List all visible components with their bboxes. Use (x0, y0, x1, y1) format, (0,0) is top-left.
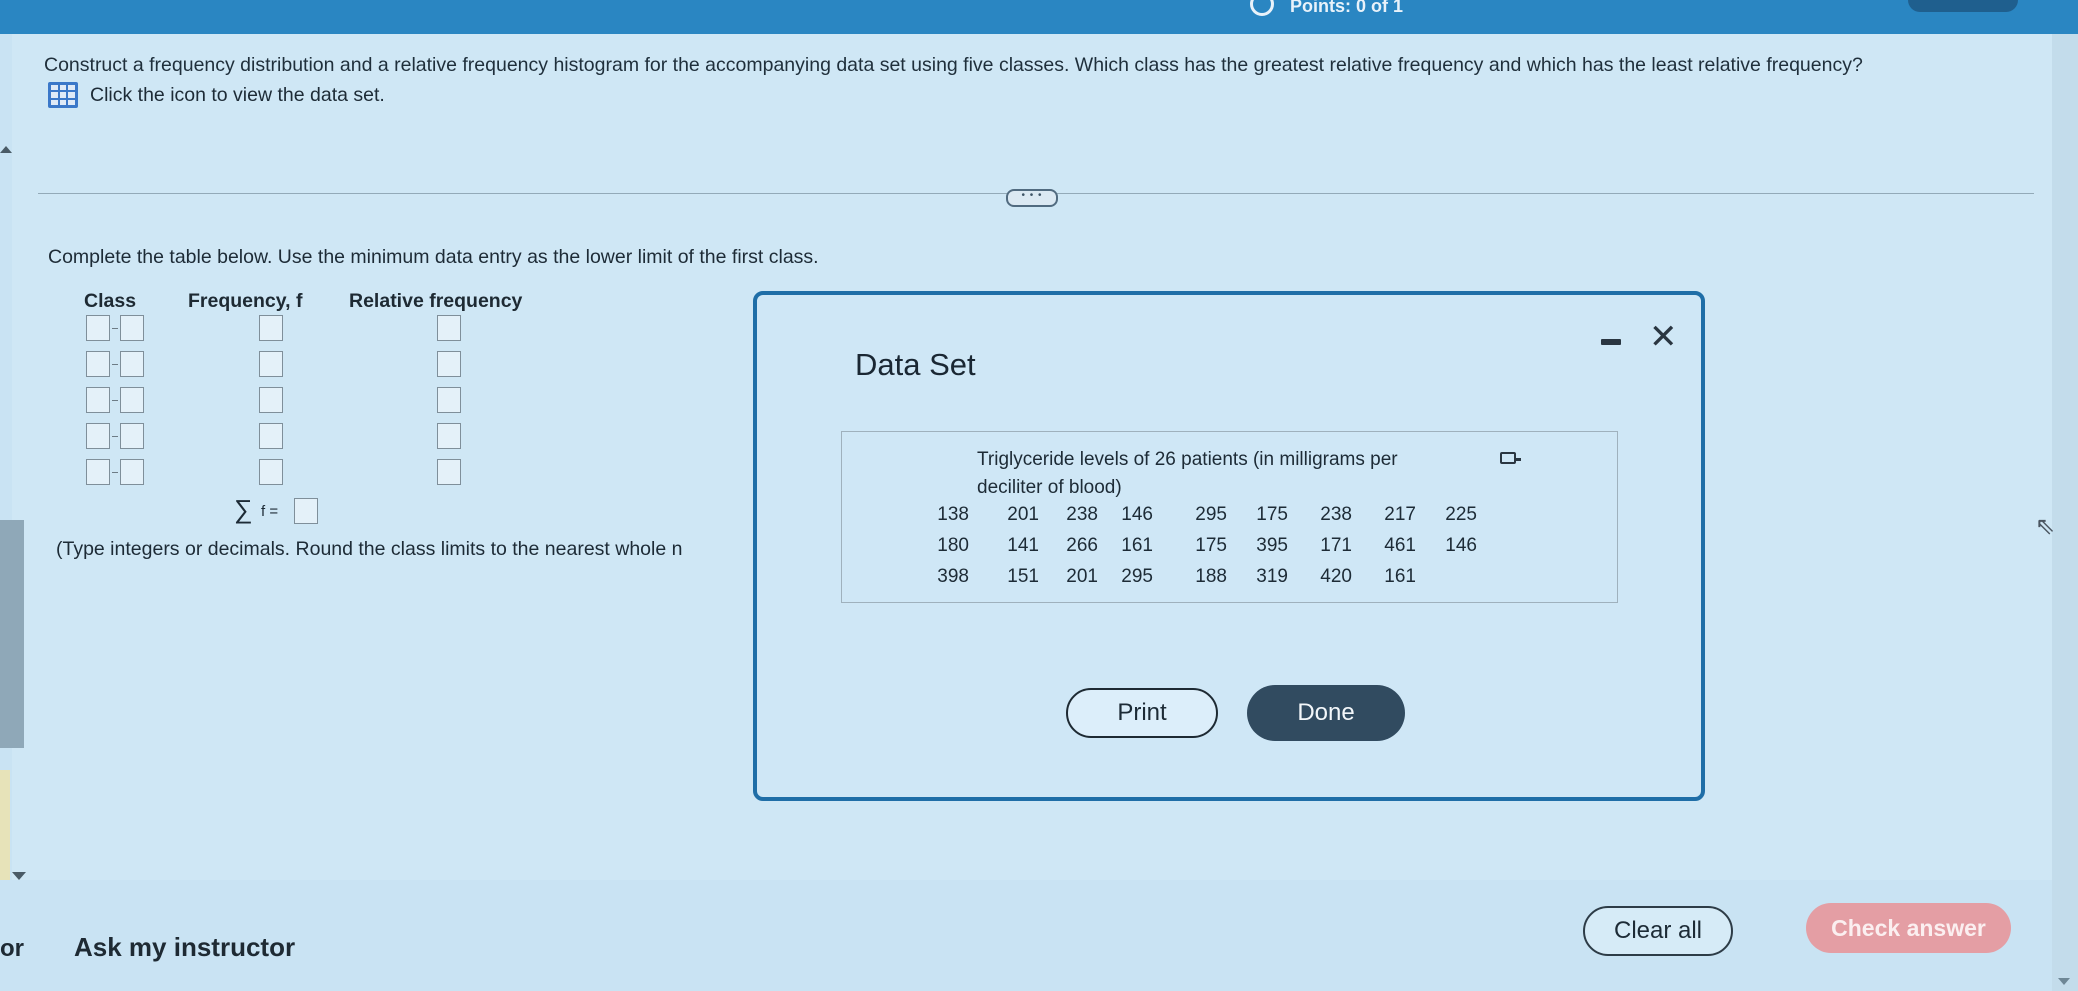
relative-frequency-input-1[interactable] (437, 315, 461, 341)
data-cell: 225 (1445, 504, 1477, 525)
data-cell: 175 (1256, 504, 1288, 525)
clear-all-button[interactable]: Clear all (1583, 906, 1733, 956)
rounding-note: (Type integers or decimals. Round the cl… (56, 538, 683, 560)
data-table-icon[interactable] (48, 82, 78, 108)
frequency-input-2[interactable] (259, 351, 283, 377)
data-cell: 188 (1195, 566, 1227, 587)
scroll-down-arrow-icon[interactable] (2058, 978, 2070, 985)
frequency-input-4[interactable] (259, 423, 283, 449)
data-cell: 398 (937, 566, 969, 587)
scroll-down-icon[interactable] (12, 872, 26, 880)
data-set-dialog: Data Set ✕ Triglyceride levels of 26 pat… (753, 291, 1705, 801)
class-lower-input-1[interactable] (86, 315, 110, 341)
class-dash (112, 364, 118, 365)
ask-instructor-button[interactable]: Ask my instructor (74, 932, 295, 963)
scroll-up-icon[interactable] (0, 146, 12, 153)
data-cell: 151 (1007, 566, 1039, 587)
progress-ring-icon (1250, 0, 1274, 16)
question-text: Construct a frequency distribution and a… (44, 54, 1863, 76)
data-cell: 238 (1066, 504, 1098, 525)
frequency-header: Frequency, f (188, 290, 303, 312)
data-cell: 146 (1121, 504, 1153, 525)
relative-frequency-input-5[interactable] (437, 459, 461, 485)
class-lower-input-2[interactable] (86, 351, 110, 377)
frequency-sum-input[interactable] (294, 498, 318, 524)
footer-partial-text: or (0, 935, 24, 962)
data-cell: 319 (1256, 566, 1288, 587)
data-cell: 180 (937, 535, 969, 556)
points-label: Points: 0 of 1 (1290, 0, 1404, 16)
relative-frequency-header: Relative frequency (349, 290, 523, 312)
class-lower-input-4[interactable] (86, 423, 110, 449)
data-cell: 420 (1320, 566, 1352, 587)
class-upper-input-4[interactable] (120, 423, 144, 449)
check-answer-button[interactable]: Check answer (1806, 903, 2011, 953)
expand-button[interactable]: • • • (1006, 189, 1058, 207)
class-lower-input-3[interactable] (86, 387, 110, 413)
data-cell: 201 (1066, 566, 1098, 587)
data-cell: 238 (1320, 504, 1352, 525)
class-header: Class (84, 290, 137, 312)
relative-frequency-input-2[interactable] (437, 351, 461, 377)
data-cell: 217 (1384, 504, 1416, 525)
dialog-title: Data Set (855, 347, 976, 382)
class-upper-input-5[interactable] (120, 459, 144, 485)
class-dash (112, 436, 118, 437)
data-cell: 201 (1007, 504, 1039, 525)
frequency-input-3[interactable] (259, 387, 283, 413)
class-lower-input-5[interactable] (86, 459, 110, 485)
instruction-text: Complete the table below. Use the minimu… (48, 246, 819, 268)
class-dash (112, 328, 118, 329)
done-button[interactable]: Done (1247, 685, 1405, 741)
right-scrollbar[interactable] (2052, 34, 2078, 991)
data-cell: 266 (1066, 535, 1098, 556)
frequency-input-5[interactable] (259, 459, 283, 485)
data-cell: 171 (1320, 535, 1352, 556)
minimize-icon[interactable] (1601, 339, 1621, 345)
data-cell: 175 (1195, 535, 1227, 556)
class-upper-input-2[interactable] (120, 351, 144, 377)
relative-frequency-input-4[interactable] (437, 423, 461, 449)
close-icon[interactable]: ✕ (1649, 317, 1678, 357)
data-cell: 295 (1121, 566, 1153, 587)
data-cell: 461 (1384, 535, 1416, 556)
frequency-input-1[interactable] (259, 315, 283, 341)
mouse-cursor-icon: ⇖ (2035, 513, 2056, 540)
relative-frequency-input-3[interactable] (437, 387, 461, 413)
data-cell: 395 (1256, 535, 1288, 556)
top-bar: Points: 0 of 1 (0, 0, 2078, 34)
data-cell: 138 (937, 504, 969, 525)
data-table: Triglyceride levels of 26 patients (in m… (841, 431, 1618, 603)
dataset-link-label[interactable]: Click the icon to view the data set. (90, 84, 385, 107)
data-cell: 161 (1121, 535, 1153, 556)
left-scrollbar[interactable] (0, 520, 24, 748)
data-cell: 146 (1445, 535, 1477, 556)
print-button[interactable]: Print (1066, 688, 1218, 738)
data-table-caption: Triglyceride levels of 26 patients (in m… (977, 449, 1398, 498)
data-cell: 161 (1384, 566, 1416, 587)
sigma-icon: ∑ (234, 494, 253, 524)
class-dash (112, 400, 118, 401)
data-cell: 141 (1007, 535, 1039, 556)
copy-icon[interactable] (1500, 452, 1521, 464)
data-cell: 295 (1195, 504, 1227, 525)
sum-label: f = (261, 503, 279, 520)
class-upper-input-1[interactable] (120, 315, 144, 341)
header-pill-button[interactable] (1908, 0, 2018, 12)
left-tab-strip (0, 770, 10, 880)
dataset-link[interactable]: Click the icon to view the data set. (48, 82, 385, 108)
class-upper-input-3[interactable] (120, 387, 144, 413)
class-dash (112, 472, 118, 473)
